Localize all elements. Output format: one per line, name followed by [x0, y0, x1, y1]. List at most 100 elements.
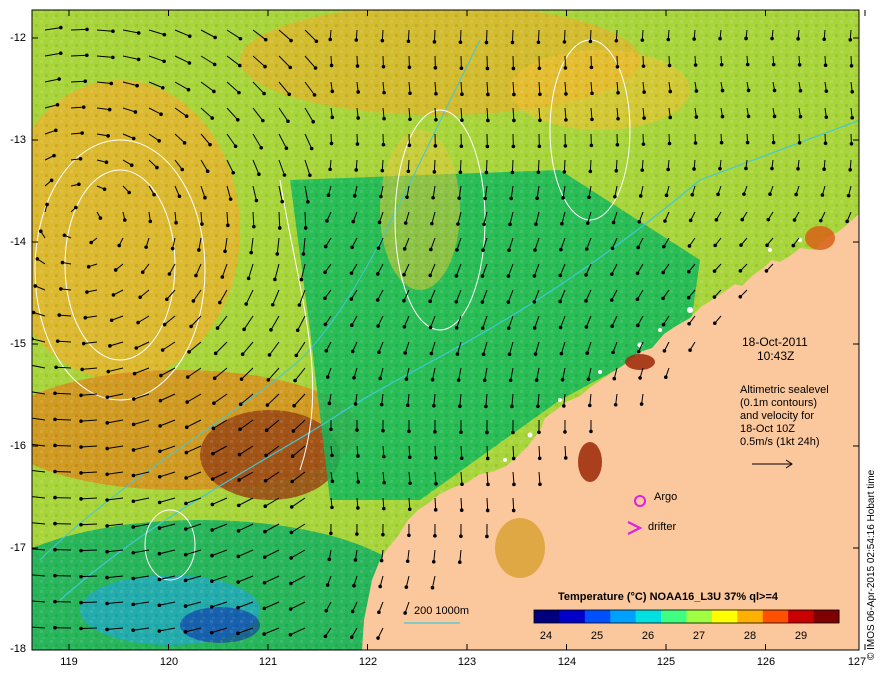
velocity-arrow-head	[323, 634, 328, 639]
velocity-arrow-head	[635, 271, 640, 276]
velocity-arrow-head	[330, 505, 334, 510]
velocity-arrow-head	[562, 40, 567, 44]
velocity-arrow-head	[55, 102, 60, 107]
velocity-arrow-head	[356, 116, 360, 120]
velocity-arrow-head	[350, 349, 355, 354]
velocity-arrow-head	[81, 341, 86, 346]
velocity-arrow-head	[194, 273, 198, 278]
velocity-arrow-head	[269, 328, 273, 332]
velocity-arrow-head	[79, 445, 83, 449]
velocity-arrow-head	[459, 430, 463, 435]
velocity-arrow-head	[158, 449, 162, 454]
velocity-arrow-head	[203, 195, 207, 200]
colorbar-segment	[635, 610, 662, 623]
velocity-arrow-head	[211, 451, 215, 456]
velocity-arrow-head	[770, 166, 774, 171]
velocity-arrow-head	[823, 141, 828, 146]
velocity-arrow-head	[210, 502, 215, 507]
velocity-arrow-head	[131, 448, 136, 452]
velocity-arrow-head	[210, 116, 214, 120]
velocity-arrow-head	[587, 195, 591, 200]
velocity-arrow-head	[356, 480, 361, 484]
altimetry-note: 18-Oct 10Z	[740, 423, 796, 435]
velocity-arrow-head	[798, 114, 803, 119]
velocity-arrow-head	[376, 636, 380, 640]
velocity-arrow-head	[55, 339, 60, 343]
velocity-arrow-head	[485, 430, 489, 435]
altimetry-note: Altimetric sealevel	[740, 384, 829, 396]
velocity-arrow-head	[459, 456, 464, 461]
velocity-arrow-head	[240, 352, 245, 357]
velocity-arrow-head	[297, 303, 302, 307]
velocity-arrow-head	[275, 252, 280, 256]
velocity-arrow-head	[267, 353, 272, 357]
velocity-arrow-head	[745, 140, 750, 145]
velocity-arrow-head	[104, 160, 109, 165]
velocity-arrow-head	[162, 59, 166, 64]
velocity-arrow-head	[328, 167, 332, 172]
velocity-arrow-head	[584, 299, 588, 303]
velocity-arrow-head	[355, 142, 360, 146]
velocity-arrow-head	[189, 324, 193, 329]
velocity-arrow-head	[454, 326, 459, 330]
velocity-arrow-head	[584, 273, 588, 277]
velocity-arrow-head	[308, 173, 312, 178]
velocity-arrow-head	[611, 220, 616, 225]
velocity-arrow-head	[589, 143, 594, 148]
velocity-arrow-head	[402, 247, 407, 251]
velocity-arrow-head	[152, 192, 156, 197]
velocity-arrow-head	[218, 300, 222, 305]
velocity-arrow-head	[798, 88, 803, 93]
velocity-arrow-head	[83, 79, 88, 84]
velocity-arrow-head	[136, 320, 140, 325]
velocity-arrow-head	[407, 455, 412, 460]
velocity-arrow	[70, 28, 88, 31]
velocity-arrow-head	[59, 25, 63, 30]
velocity-arrow-head	[353, 558, 358, 562]
velocity-arrow-head	[850, 115, 854, 120]
velocity-arrow-head	[589, 65, 594, 70]
velocity-arrow-head	[109, 81, 114, 86]
velocity-arrow-head	[263, 529, 267, 534]
lon-label: 124	[557, 656, 577, 668]
velocity-arrow-head	[263, 504, 268, 508]
velocity-arrow-head	[78, 157, 83, 161]
velocity-arrow-head	[430, 377, 435, 382]
velocity-arrow-head	[165, 297, 169, 302]
velocity-arrow-head	[237, 478, 241, 482]
lon-label: 126	[756, 656, 776, 668]
velocity-arrow-head	[184, 476, 188, 480]
velocity-arrow-head	[330, 479, 335, 484]
colorbar-segment	[762, 610, 789, 623]
velocity-arrow-head	[262, 555, 267, 559]
velocity-arrow	[304, 211, 307, 229]
velocity-arrow-head	[536, 40, 541, 45]
velocity-arrow-head	[712, 295, 717, 299]
velocity-arrow-head	[849, 63, 854, 68]
colorbar-segment	[559, 610, 586, 623]
velocity-arrow-head	[183, 552, 188, 557]
velocity-arrow-head	[327, 557, 332, 562]
velocity-arrow-head	[330, 453, 334, 458]
velocity-arrow-head	[586, 377, 591, 382]
velocity-arrow-head	[408, 117, 412, 122]
velocity-arrow-head	[105, 524, 109, 528]
velocity-arrow-head	[431, 559, 436, 564]
velocity-arrow-head	[380, 168, 385, 173]
velocity-arrow-head	[309, 146, 314, 151]
velocity-arrow-head	[405, 559, 410, 564]
velocity-arrow-head	[134, 346, 139, 350]
velocity-arrow-head	[184, 450, 189, 455]
velocity-arrow-head	[301, 252, 306, 256]
velocity-arrow-head	[588, 169, 593, 174]
velocity-arrow-head	[584, 247, 589, 251]
velocity-arrow-head	[27, 390, 31, 394]
velocity-arrow-head	[27, 547, 31, 551]
velocity-arrow-head	[533, 248, 537, 252]
velocity-arrow-head	[614, 168, 619, 173]
velocity-arrow-head	[480, 326, 485, 330]
velocity-arrow-head	[459, 66, 464, 71]
velocity-arrow-head	[538, 482, 542, 487]
velocity-arrow-head	[157, 138, 161, 143]
velocity-arrow-head	[430, 585, 435, 590]
